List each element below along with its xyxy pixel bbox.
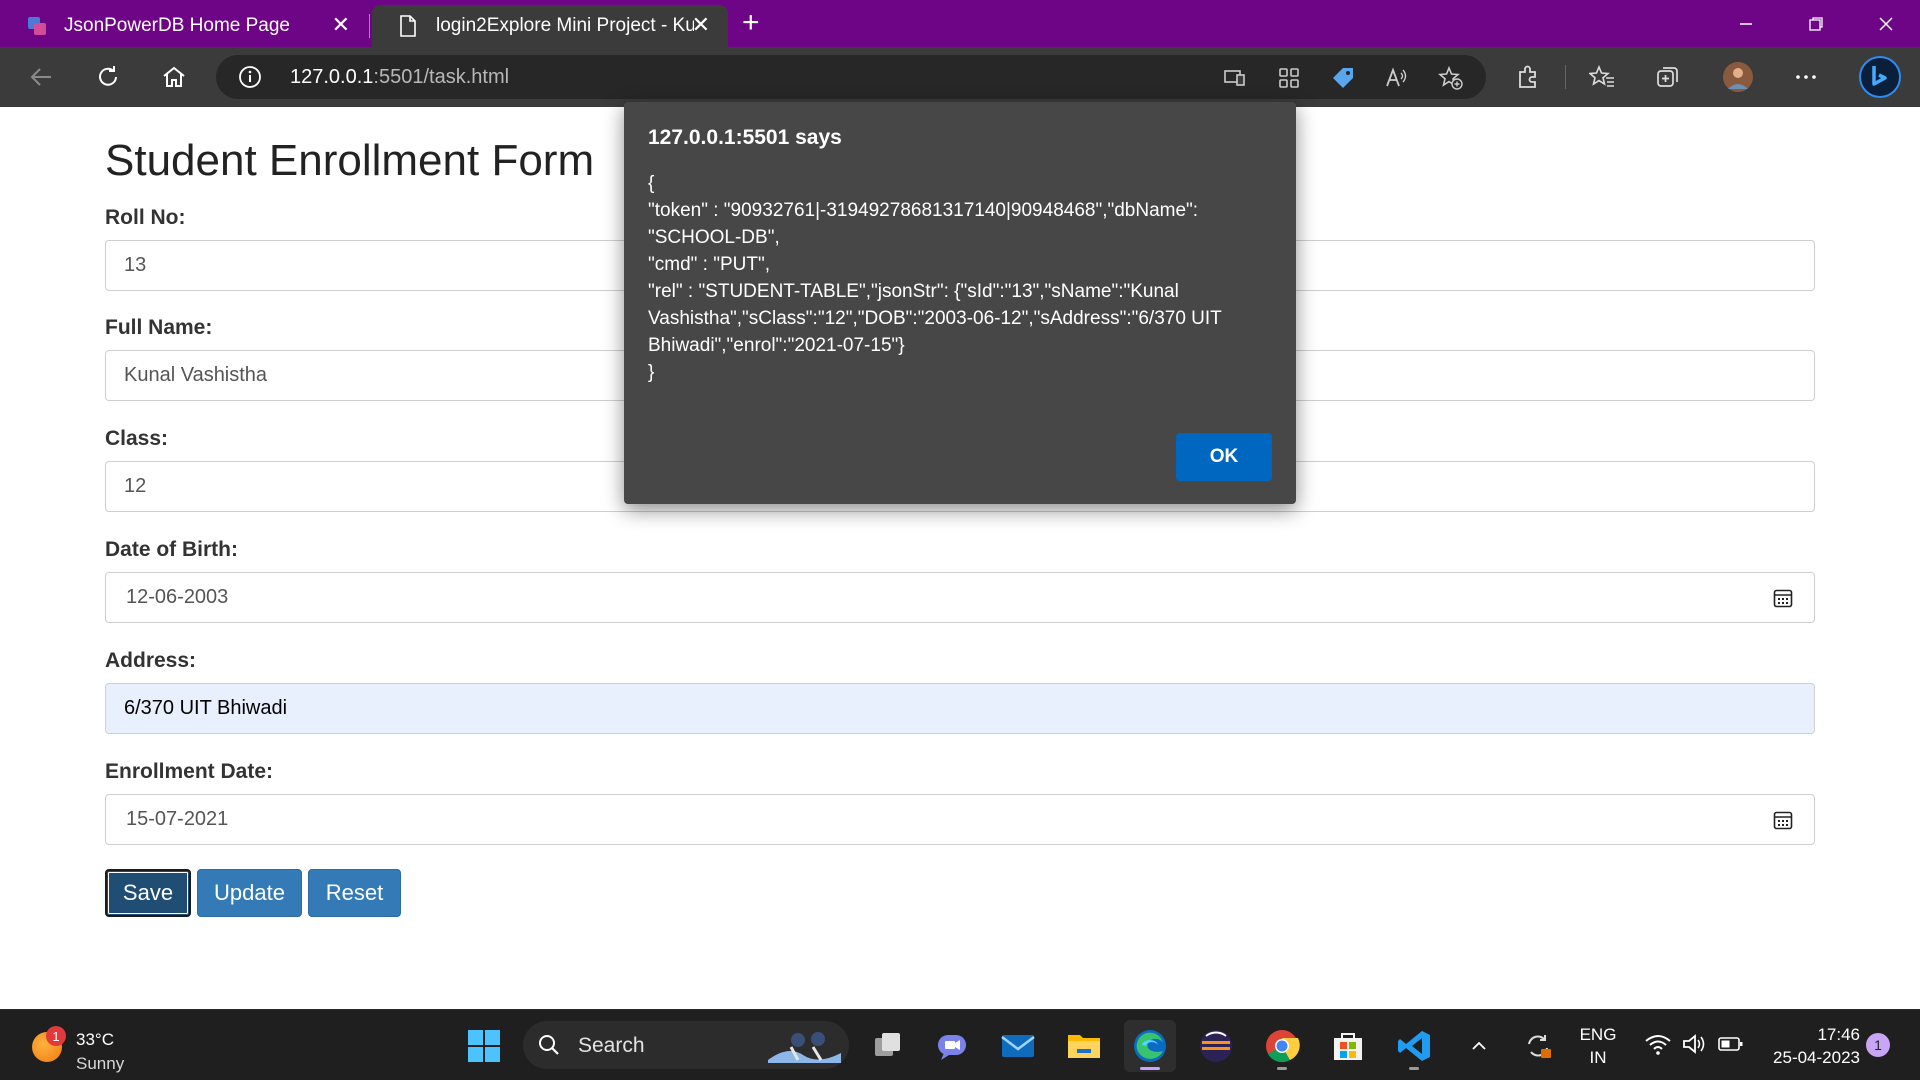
jsonpowerdb-favicon-icon (26, 15, 48, 37)
alert-dialog: 127.0.0.1:5501 says { "token" : "9093276… (624, 102, 1296, 504)
vscode-icon[interactable] (1388, 1020, 1440, 1072)
enrollment-date-value: 15-07-2021 (126, 808, 229, 830)
clock[interactable]: 17:46 25-04-2023 (1754, 1023, 1860, 1069)
show-hidden-icons-chevron-icon[interactable] (1464, 1020, 1494, 1072)
task-view-icon[interactable] (862, 1020, 914, 1072)
address-label: Address: (105, 649, 197, 672)
microsoft-store-icon[interactable] (1322, 1020, 1374, 1072)
tab-label: JsonPowerDB Home Page (64, 15, 290, 36)
dialog-title: 127.0.0.1:5501 says (648, 126, 842, 149)
enrollment-date-input[interactable]: 15-07-2021 (105, 794, 1815, 845)
address-bar[interactable]: 127.0.0.1:5501/task.html (216, 55, 1486, 99)
tab-jsonpowerdb[interactable]: JsonPowerDB Home Page ✕ (0, 5, 368, 47)
search-highlight-icon (763, 1025, 843, 1070)
weather-badge: 1 (46, 1026, 66, 1046)
edge-browser-icon[interactable] (1124, 1020, 1176, 1072)
bing-copilot-icon[interactable] (1858, 55, 1902, 99)
coupon-tag-icon[interactable] (1330, 65, 1356, 91)
close-tab-icon[interactable]: ✕ (692, 14, 710, 36)
clock-date: 25-04-2023 (1773, 1048, 1860, 1067)
url-path: :5501/task.html (373, 66, 510, 88)
chrome-icon[interactable] (1256, 1020, 1308, 1072)
url-host: 127.0.0.1 (290, 66, 374, 88)
ok-button[interactable]: OK (1176, 433, 1272, 481)
tab-divider (369, 14, 370, 38)
address-input[interactable]: 6/370 UIT Bhiwadi (105, 683, 1815, 734)
page-favicon-icon (398, 15, 420, 37)
address-value: 6/370 UIT Bhiwadi (124, 697, 288, 719)
system-tray-status[interactable] (1634, 1020, 1754, 1072)
profile-avatar[interactable] (1720, 59, 1756, 95)
full-name-value: Kunal Vashistha (124, 364, 268, 386)
notification-badge[interactable]: 1 (1866, 1033, 1890, 1057)
weather-widget[interactable]: 1 33°C Sunny (28, 1020, 148, 1073)
calendar-icon[interactable] (1772, 809, 1794, 831)
restore-icon[interactable] (1782, 0, 1850, 47)
update-button[interactable]: Update (197, 869, 302, 917)
weather-condition: Sunny (76, 1054, 125, 1073)
close-tab-icon[interactable]: ✕ (332, 14, 350, 36)
eclipse-icon[interactable] (1190, 1020, 1242, 1072)
read-aloud-icon[interactable] (1384, 65, 1410, 91)
search-icon (537, 1033, 561, 1062)
app-available-icon[interactable] (1222, 65, 1248, 91)
running-indicator (1277, 1067, 1287, 1070)
reset-button[interactable]: Reset (308, 869, 401, 917)
page-title: Student Enrollment Form (105, 136, 595, 185)
favorites-icon[interactable] (1584, 59, 1620, 95)
class-value: 12 (124, 475, 147, 497)
site-info-icon[interactable] (238, 65, 262, 94)
home-icon[interactable] (156, 59, 192, 95)
add-favorite-icon[interactable] (1438, 65, 1464, 91)
refresh-icon[interactable] (90, 59, 126, 95)
language-code: ENG (1579, 1025, 1617, 1044)
start-button[interactable] (458, 1020, 510, 1072)
save-button[interactable]: Save (105, 869, 191, 917)
full-name-label: Full Name: (105, 316, 213, 339)
roll-no-value: 13 (124, 254, 147, 276)
wifi-icon (1644, 1032, 1672, 1061)
sync-status-icon[interactable] (1512, 1020, 1564, 1072)
file-explorer-icon[interactable] (1058, 1020, 1110, 1072)
language-indicator[interactable]: ENG IN (1573, 1023, 1623, 1069)
collections-icon[interactable] (1650, 59, 1686, 95)
back-icon[interactable] (24, 59, 60, 95)
more-options-icon[interactable] (1788, 59, 1824, 95)
mail-icon[interactable] (992, 1020, 1044, 1072)
class-label: Class: (105, 427, 169, 450)
minimize-icon[interactable] (1712, 0, 1780, 47)
close-window-icon[interactable] (1852, 0, 1920, 47)
teams-chat-icon[interactable] (926, 1020, 978, 1072)
dob-label: Date of Birth: (105, 538, 238, 561)
enrollment-date-label: Enrollment Date: (105, 760, 274, 783)
weather-temperature: 33°C (76, 1030, 114, 1049)
tab-label: login2Explore Mini Project - Kuna (436, 15, 694, 36)
volume-icon (1682, 1032, 1708, 1061)
roll-no-label: Roll No: (105, 206, 186, 229)
dob-input[interactable]: 12-06-2003 (105, 572, 1815, 623)
dob-value: 12-06-2003 (126, 586, 229, 608)
url-text[interactable]: 127.0.0.1:5501/task.html (290, 66, 509, 89)
extensions-icon[interactable] (1510, 59, 1546, 95)
search-label: Search (578, 1034, 645, 1057)
tab-login2explore[interactable]: login2Explore Mini Project - Kuna ✕ (372, 5, 728, 47)
calendar-icon[interactable] (1772, 587, 1794, 609)
clock-time: 17:46 (1817, 1025, 1860, 1044)
language-region: IN (1589, 1048, 1607, 1067)
running-indicator (1409, 1067, 1419, 1070)
tab-strip: JsonPowerDB Home Page ✕ login2Explore Mi… (0, 0, 1920, 47)
running-indicator (1140, 1067, 1160, 1070)
battery-icon (1718, 1034, 1744, 1059)
taskbar-search[interactable]: Search (523, 1021, 849, 1069)
apps-grid-icon[interactable] (1276, 65, 1302, 91)
new-tab-icon[interactable]: + (742, 8, 760, 38)
browser-toolbar: 127.0.0.1:5501/task.html (0, 47, 1920, 107)
dialog-message: { "token" : "90932761|-31949278681317140… (648, 173, 1222, 383)
toolbar-divider (1565, 65, 1566, 89)
windows-taskbar: 1 33°C Sunny Search ENG IN 17:46 25-04-2… (0, 1009, 1920, 1080)
